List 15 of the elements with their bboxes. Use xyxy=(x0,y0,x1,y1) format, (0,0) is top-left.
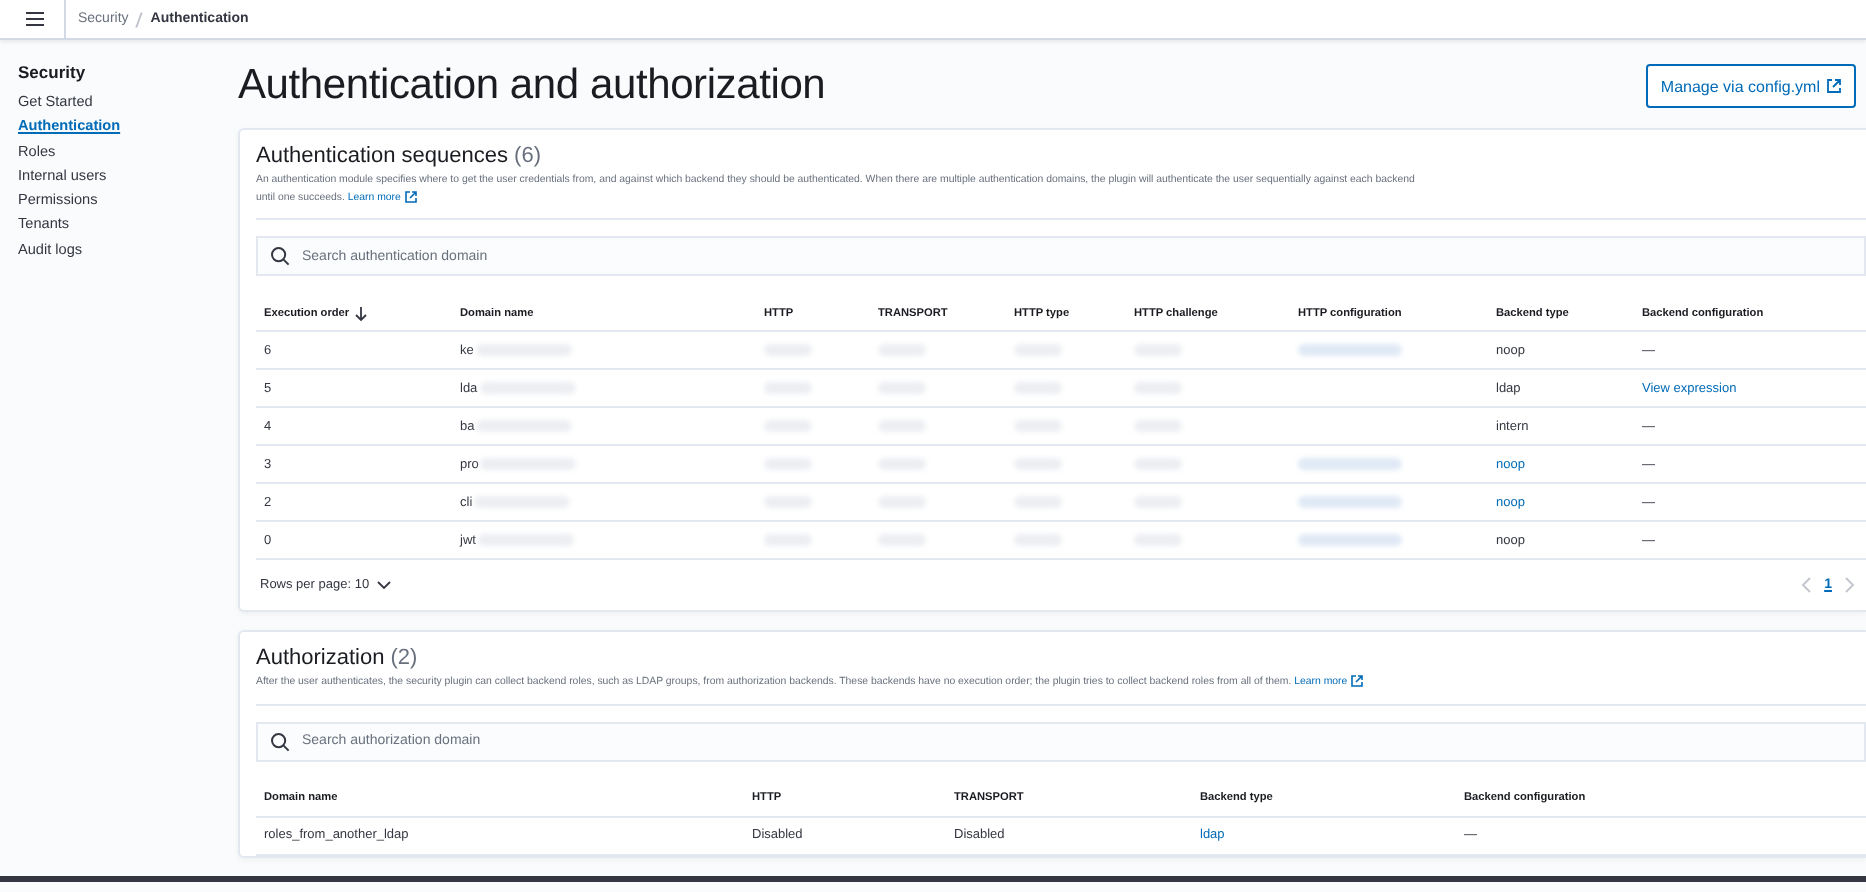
external-link-icon xyxy=(403,189,418,204)
search-icon xyxy=(270,731,290,751)
external-link-icon xyxy=(1826,78,1842,94)
external-link-icon xyxy=(1350,674,1365,689)
section-title: Authentication sequences (6) xyxy=(256,144,543,168)
manage-button[interactable]: Manage via config.yml xyxy=(1646,64,1856,108)
page-title: Authentication and authorization xyxy=(238,62,826,110)
chevron-down-icon xyxy=(375,579,392,591)
section-title: Authorization (2) xyxy=(256,646,420,670)
chevron-right-icon xyxy=(1844,576,1856,594)
chevron-left-icon xyxy=(1800,576,1813,594)
sort-down-icon xyxy=(353,305,368,321)
sidebar-title: Security xyxy=(18,62,88,82)
menu-icon[interactable] xyxy=(26,12,44,26)
search-icon xyxy=(270,246,290,266)
